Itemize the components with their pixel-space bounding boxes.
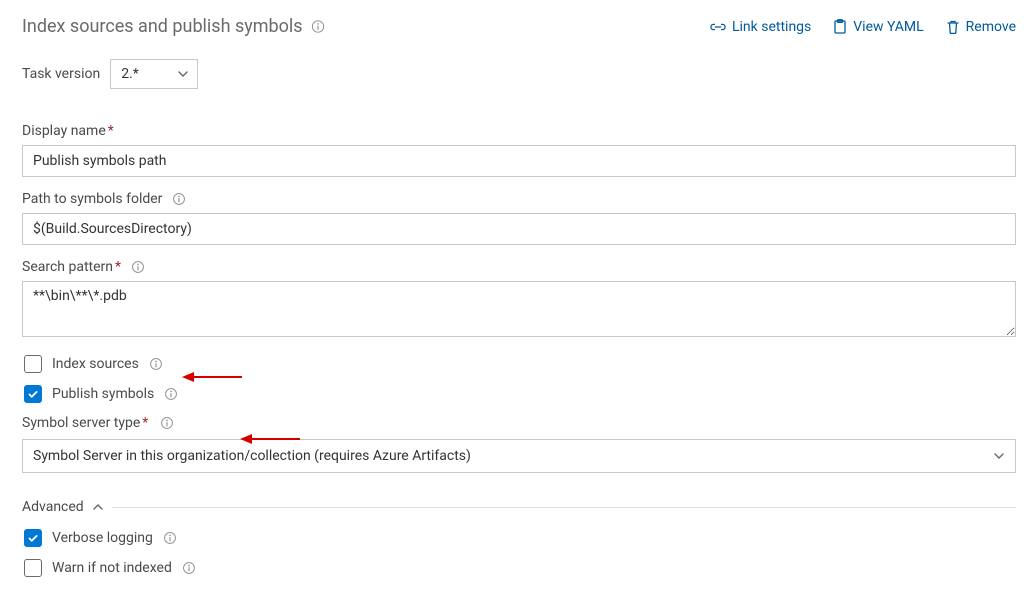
display-name-label: Display name* (22, 123, 114, 139)
publish-symbols-label: Publish symbols (52, 386, 154, 402)
symbol-server-type-select[interactable]: Symbol Server in this organization/colle… (22, 439, 1016, 473)
page-title: Index sources and publish symbols (22, 16, 303, 37)
advanced-section-header[interactable]: Advanced (22, 499, 1016, 515)
info-icon[interactable] (149, 357, 163, 371)
clipboard-icon (833, 19, 847, 35)
header-actions: Link settings View YAML Remove (710, 19, 1016, 35)
info-icon[interactable] (172, 192, 186, 206)
search-pattern-label: Search pattern* (22, 259, 121, 275)
warn-if-not-indexed-checkbox[interactable] (24, 559, 42, 577)
view-yaml-label: View YAML (853, 19, 923, 35)
chevron-down-icon (993, 450, 1005, 462)
link-settings-button[interactable]: Link settings (710, 19, 811, 35)
view-yaml-button[interactable]: View YAML (833, 19, 923, 35)
symbol-server-type-value: Symbol Server in this organization/colle… (33, 448, 471, 464)
index-sources-checkbox[interactable] (24, 355, 42, 373)
chevron-down-icon (177, 68, 189, 80)
trash-icon (946, 19, 960, 35)
info-icon[interactable] (311, 20, 325, 34)
section-divider (112, 507, 1016, 508)
info-icon[interactable] (182, 561, 196, 575)
task-version-label: Task version (22, 66, 100, 82)
info-icon[interactable] (131, 260, 145, 274)
link-settings-label: Link settings (732, 19, 811, 35)
warn-if-not-indexed-label: Warn if not indexed (52, 560, 172, 576)
symbols-folder-label: Path to symbols folder (22, 191, 162, 207)
info-icon[interactable] (164, 387, 178, 401)
symbol-server-type-label: Symbol server type* (22, 415, 148, 431)
info-icon[interactable] (163, 531, 177, 545)
link-icon (710, 20, 726, 34)
task-version-value: 2.* (121, 66, 139, 82)
verbose-logging-label: Verbose logging (52, 530, 153, 546)
remove-label: Remove (966, 19, 1016, 35)
display-name-input[interactable] (22, 145, 1016, 177)
info-icon[interactable] (160, 416, 174, 430)
remove-button[interactable]: Remove (946, 19, 1016, 35)
chevron-up-icon (92, 501, 104, 513)
task-version-select[interactable]: 2.* (110, 59, 198, 89)
verbose-logging-checkbox[interactable] (24, 529, 42, 547)
index-sources-label: Index sources (52, 356, 139, 372)
symbols-folder-input[interactable] (22, 213, 1016, 245)
search-pattern-input[interactable] (22, 281, 1016, 337)
publish-symbols-checkbox[interactable] (24, 385, 42, 403)
advanced-title: Advanced (22, 499, 84, 515)
